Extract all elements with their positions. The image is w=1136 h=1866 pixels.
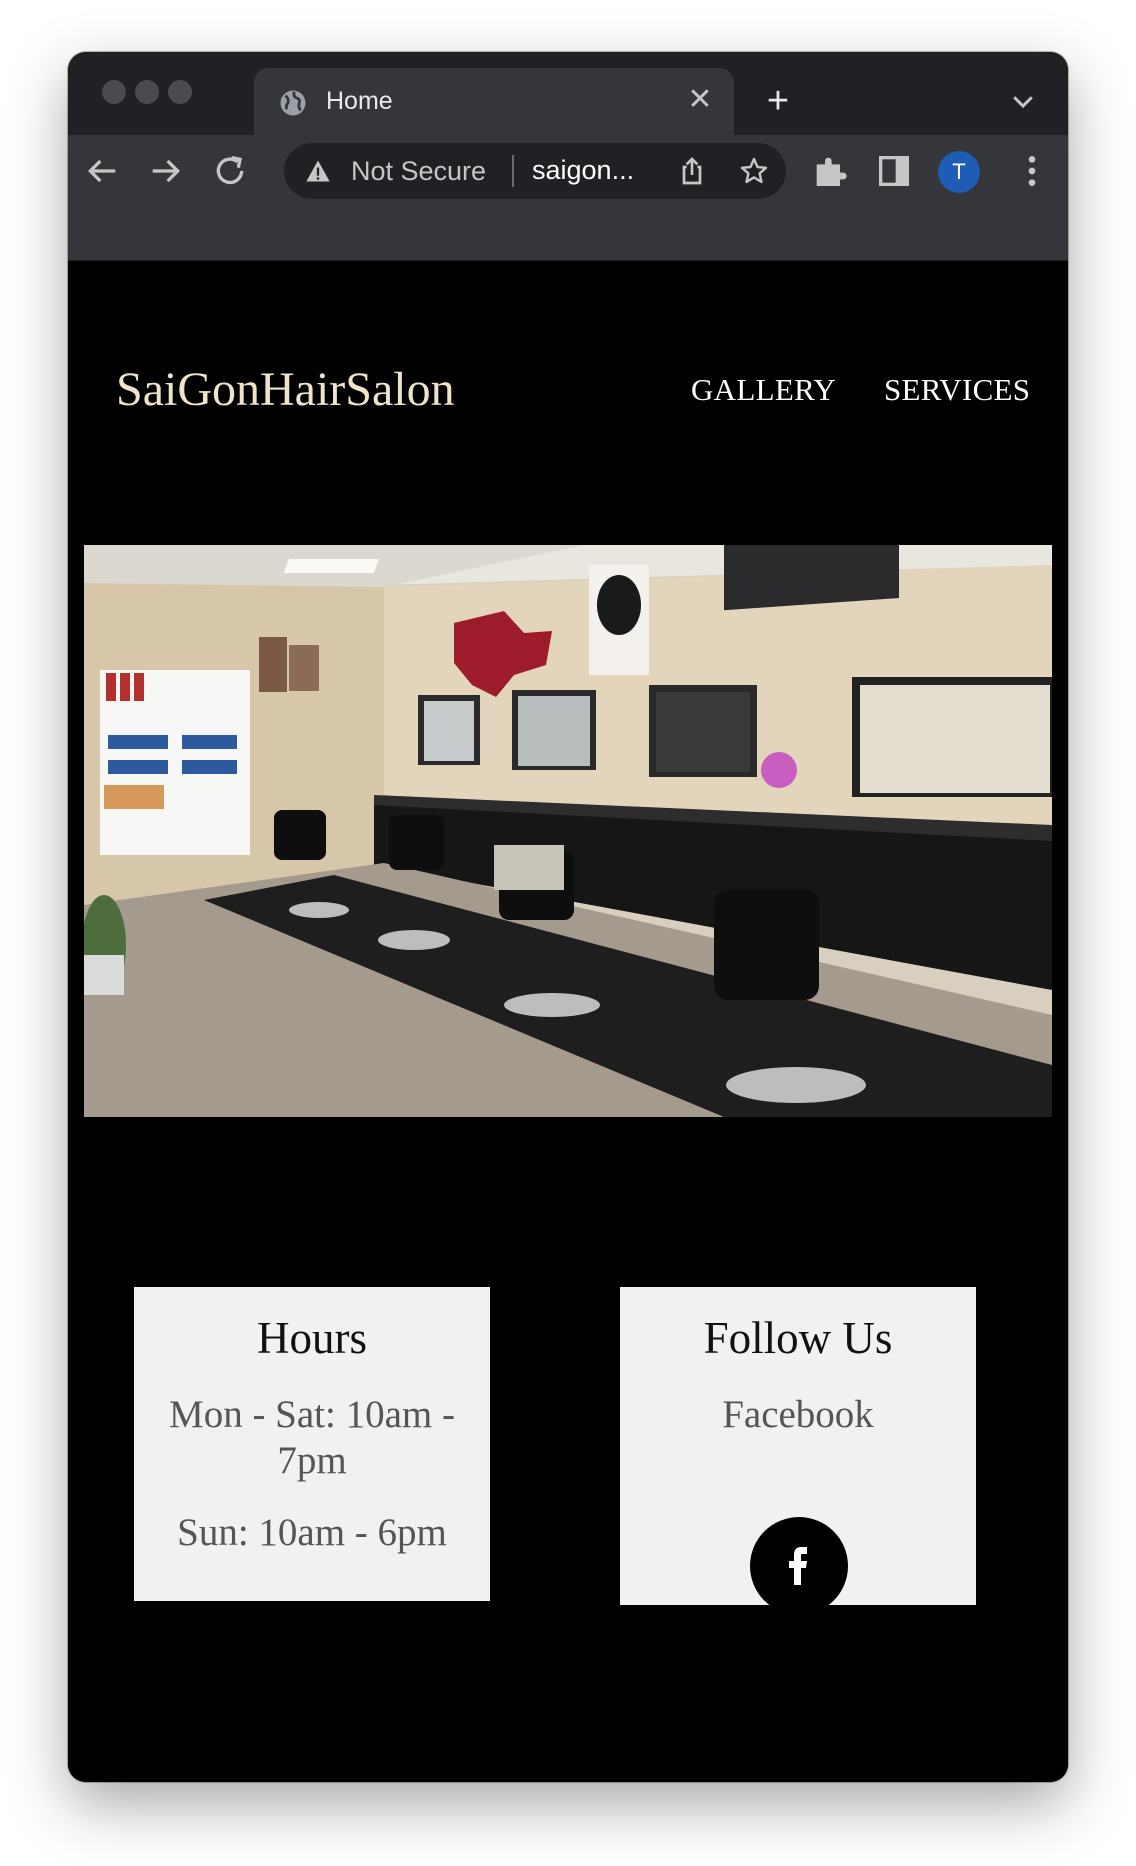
site-logo[interactable]: SaiGonHairSalon bbox=[116, 362, 455, 417]
follow-card: Follow Us Facebook bbox=[620, 1287, 976, 1615]
facebook-icon bbox=[789, 1547, 807, 1585]
browser-window: Home ✕ + Not Secure saigon... T SaiGonHa… bbox=[68, 52, 1068, 1782]
hours-card: Hours Mon - Sat: 10am - 7pm Sun: 10am - … bbox=[134, 1287, 490, 1601]
url-text[interactable]: saigon... bbox=[532, 155, 634, 186]
profile-avatar[interactable]: T bbox=[938, 151, 980, 193]
web-page: SaiGonHairSalon GALLERY SERVICES Hours M… bbox=[68, 261, 1068, 1782]
minimize-window-dot[interactable] bbox=[135, 80, 159, 104]
tab-home[interactable]: Home ✕ bbox=[254, 68, 734, 135]
nav-services[interactable]: SERVICES bbox=[884, 372, 1030, 408]
tab-strip: Home ✕ + bbox=[68, 52, 1068, 135]
facebook-link[interactable]: Facebook bbox=[620, 1392, 976, 1438]
salon-interior-illustration bbox=[84, 545, 1052, 1117]
side-panel-icon[interactable] bbox=[874, 151, 914, 191]
facebook-button[interactable] bbox=[750, 1517, 848, 1615]
chevron-down-icon[interactable] bbox=[1008, 86, 1038, 116]
hours-sunday: Sun: 10am - 6pm bbox=[177, 1511, 447, 1554]
kebab-menu-icon[interactable] bbox=[1012, 151, 1052, 191]
tab-title: Home bbox=[326, 87, 393, 115]
close-icon[interactable]: ✕ bbox=[682, 82, 718, 118]
follow-title: Follow Us bbox=[703, 1313, 893, 1363]
hours-weekday: Mon - Sat: 10am - 7pm bbox=[169, 1393, 455, 1482]
forward-arrow-icon[interactable] bbox=[146, 151, 186, 191]
address-bar[interactable]: Not Secure saigon... bbox=[284, 143, 786, 199]
close-window-dot[interactable] bbox=[102, 80, 126, 104]
nav-gallery[interactable]: GALLERY bbox=[691, 372, 836, 408]
warning-icon[interactable] bbox=[304, 157, 332, 185]
globe-icon bbox=[280, 90, 306, 116]
security-label[interactable]: Not Secure bbox=[351, 156, 486, 187]
reload-icon[interactable] bbox=[210, 151, 250, 191]
zoom-window-dot[interactable] bbox=[168, 80, 192, 104]
share-icon[interactable] bbox=[676, 155, 708, 187]
plus-icon[interactable]: + bbox=[758, 82, 798, 122]
back-arrow-icon[interactable] bbox=[82, 151, 122, 191]
omnibox-divider bbox=[512, 155, 514, 187]
hero-image bbox=[84, 545, 1052, 1117]
browser-toolbar: Not Secure saigon... T bbox=[68, 135, 1068, 261]
star-icon[interactable] bbox=[738, 155, 770, 187]
puzzle-icon[interactable] bbox=[810, 151, 850, 191]
hours-title: Hours bbox=[257, 1313, 367, 1363]
